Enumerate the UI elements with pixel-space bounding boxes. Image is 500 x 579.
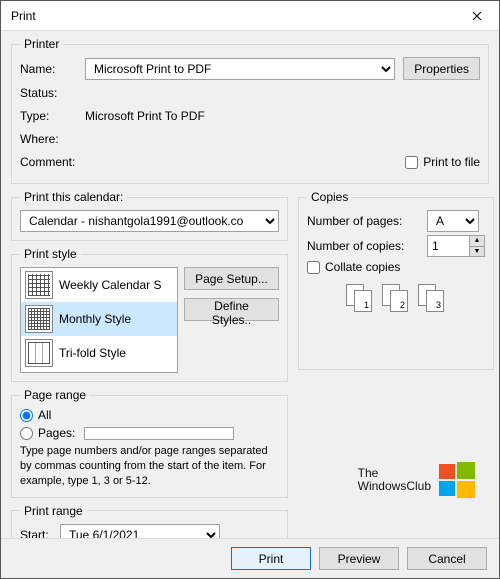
type-value: Microsoft Print To PDF xyxy=(85,109,205,123)
page-setup-button[interactable]: Page Setup... xyxy=(184,267,279,290)
num-copies-spinner[interactable]: ▲ ▼ xyxy=(427,235,485,257)
printer-legend: Printer xyxy=(20,37,63,51)
print-dialog: Print Printer Name: Microsoft Print to P… xyxy=(0,0,500,579)
style-item-weekly[interactable]: Weekly Calendar S xyxy=(21,268,177,302)
print-style-list[interactable]: Weekly Calendar S Monthly Style Tri-fold… xyxy=(20,267,178,373)
page-range-pages-input[interactable] xyxy=(20,427,33,440)
weekly-icon xyxy=(25,271,53,299)
status-label: Status: xyxy=(20,86,85,100)
spin-up-icon[interactable]: ▲ xyxy=(470,236,484,247)
trifold-icon xyxy=(25,339,53,367)
copies-legend: Copies xyxy=(307,190,352,204)
preview-button[interactable]: Preview xyxy=(319,547,399,570)
num-pages-select[interactable]: All xyxy=(427,210,479,232)
num-copies-input[interactable] xyxy=(427,235,469,257)
style-item-trifold[interactable]: Tri-fold Style xyxy=(21,336,177,370)
num-copies-label: Number of copies: xyxy=(307,239,427,253)
calendar-legend: Print this calendar: xyxy=(20,190,127,204)
print-to-file-label: Print to file xyxy=(423,155,480,169)
start-label: Start: xyxy=(20,528,60,538)
printer-group: Printer Name: Microsoft Print to PDF Pro… xyxy=(11,37,489,184)
print-style-legend: Print style xyxy=(20,247,81,261)
dialog-footer: Print Preview Cancel xyxy=(1,538,499,578)
num-pages-label: Number of pages: xyxy=(307,214,427,228)
print-range-group: Print range Start: Tue 6/1/2021 End: Wed… xyxy=(11,504,288,538)
monthly-icon xyxy=(25,305,53,333)
pages-field[interactable] xyxy=(84,427,234,440)
page-range-hint: Type page numbers and/or page ranges sep… xyxy=(20,444,279,489)
collate-checkbox[interactable]: Collate copies xyxy=(307,260,485,274)
print-button[interactable]: Print xyxy=(231,547,311,570)
page-range-all-radio[interactable]: All xyxy=(20,408,279,422)
name-label: Name: xyxy=(20,62,85,76)
page-range-group: Page range All Pages: Type page numbers … xyxy=(11,388,288,498)
comment-label: Comment: xyxy=(20,155,85,169)
page-range-pages-radio[interactable]: Pages: xyxy=(20,426,279,440)
calendar-group: Print this calendar: Calendar - nishantg… xyxy=(11,190,288,241)
window-title: Print xyxy=(11,9,454,23)
cancel-button[interactable]: Cancel xyxy=(407,547,487,570)
calendar-select[interactable]: Calendar - nishantgola1991@outlook.com xyxy=(20,210,279,232)
where-label: Where: xyxy=(20,132,85,146)
style-item-monthly[interactable]: Monthly Style xyxy=(21,302,177,336)
titlebar: Print xyxy=(1,1,499,31)
close-icon xyxy=(472,11,482,21)
spin-down-icon[interactable]: ▼ xyxy=(470,247,484,257)
type-label: Type: xyxy=(20,109,85,123)
printer-name-select[interactable]: Microsoft Print to PDF xyxy=(85,58,395,80)
print-to-file-input[interactable] xyxy=(405,156,418,169)
start-date-select[interactable]: Tue 6/1/2021 xyxy=(60,524,220,538)
dialog-content: Printer Name: Microsoft Print to PDF Pro… xyxy=(1,31,499,538)
print-to-file-checkbox[interactable]: Print to file xyxy=(405,155,480,169)
properties-button[interactable]: Properties xyxy=(403,57,480,80)
close-button[interactable] xyxy=(454,1,499,31)
define-styles-button[interactable]: Define Styles.. xyxy=(184,298,279,321)
collate-input[interactable] xyxy=(307,261,320,274)
page-range-all-input[interactable] xyxy=(20,409,33,422)
print-range-legend: Print range xyxy=(20,504,87,518)
page-range-legend: Page range xyxy=(20,388,90,402)
collate-illustration: 11 22 33 xyxy=(307,284,485,316)
print-style-group: Print style Weekly Calendar S Monthly St… xyxy=(11,247,288,382)
copies-group: Copies Number of pages: All Number of co… xyxy=(298,190,494,370)
